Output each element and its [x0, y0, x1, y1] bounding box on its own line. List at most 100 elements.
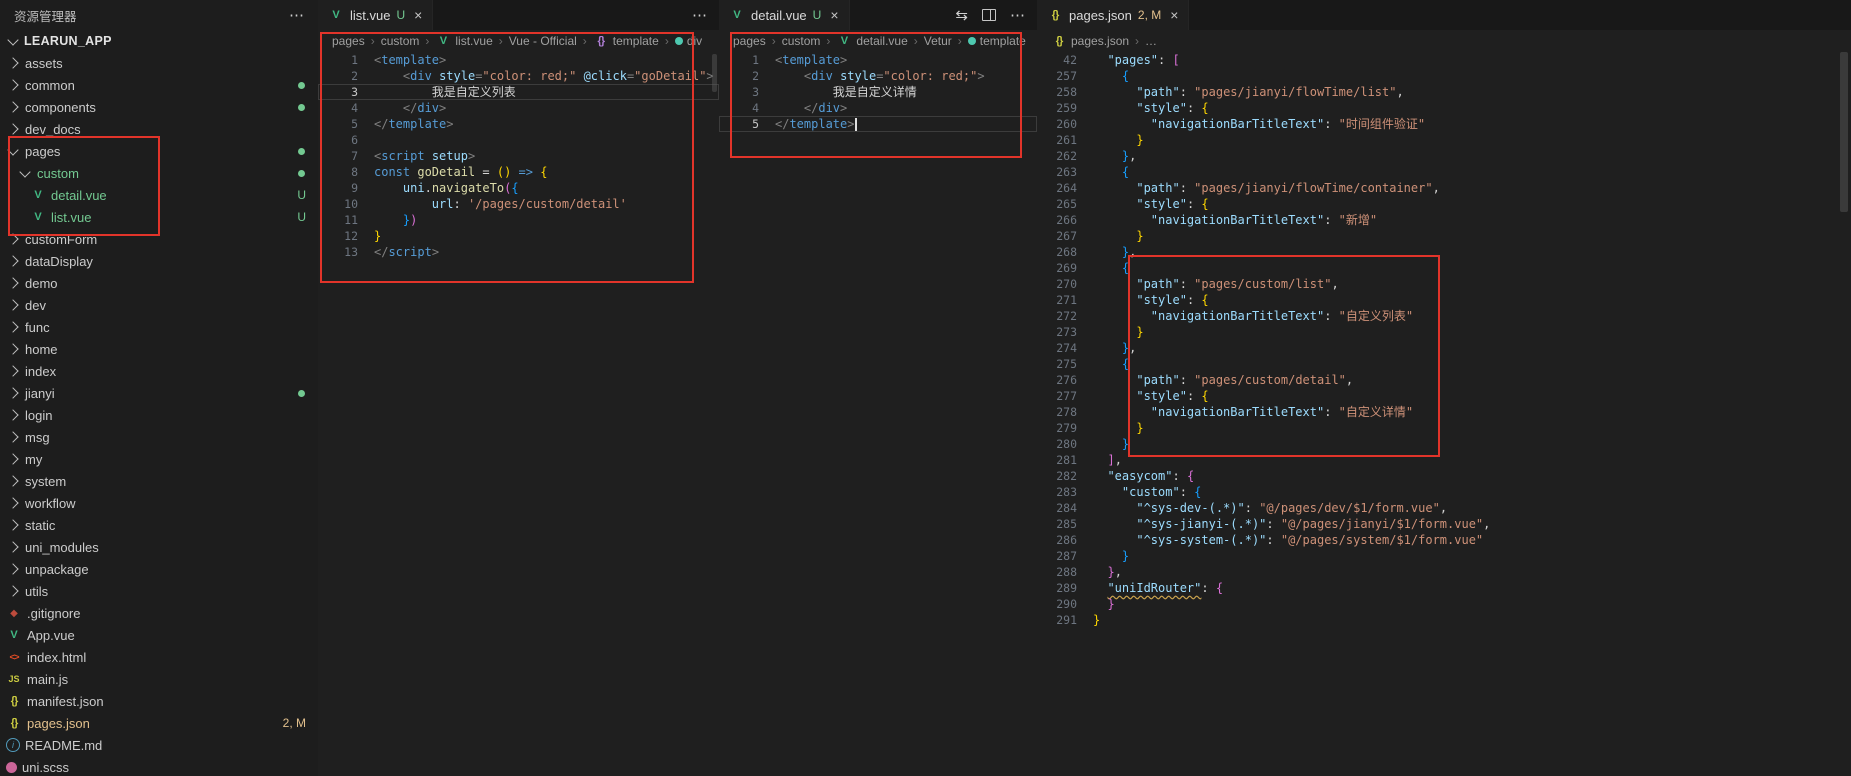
code-line[interactable]: 273 } [1037, 324, 1851, 340]
more-actions-icon[interactable]: ⋯ [1010, 6, 1025, 24]
code-line[interactable]: 261 } [1037, 132, 1851, 148]
code-line[interactable]: 287 } [1037, 548, 1851, 564]
code-line[interactable]: 1<template> [318, 52, 719, 68]
code-line[interactable]: 12} [318, 228, 719, 244]
tree-folder-my[interactable]: my [0, 448, 318, 470]
tree-file-list-vue[interactable]: Vlist.vueU [0, 206, 318, 228]
tree-file-manifest-json[interactable]: {}manifest.json [0, 690, 318, 712]
close-icon[interactable]: × [830, 7, 838, 23]
code-line[interactable]: 265 "style": { [1037, 196, 1851, 212]
tree-folder-index[interactable]: index [0, 360, 318, 382]
tree-folder-datadisplay[interactable]: dataDisplay [0, 250, 318, 272]
tree-folder-static[interactable]: static [0, 514, 318, 536]
tree-file-app-vue[interactable]: VApp.vue [0, 624, 318, 646]
code-line[interactable]: 42 "pages": [ [1037, 52, 1851, 68]
breadcrumb-item-custom[interactable]: custom [782, 34, 821, 48]
tree-folder-components[interactable]: components [0, 96, 318, 118]
code-line[interactable]: 259 "style": { [1037, 100, 1851, 116]
code-line[interactable]: 276 "path": "pages/custom/detail", [1037, 372, 1851, 388]
code-line[interactable]: 269 { [1037, 260, 1851, 276]
breadcrumb-item-template[interactable]: {}template [593, 34, 659, 48]
tree-file-detail-vue[interactable]: Vdetail.vueU [0, 184, 318, 206]
code-line[interactable]: 280 } [1037, 436, 1851, 452]
breadcrumb-item-[interactable]: … [1145, 34, 1157, 48]
code-line[interactable]: 5</template> [318, 116, 719, 132]
tree-folder-assets[interactable]: assets [0, 52, 318, 74]
tree-file-index-html[interactable]: <>index.html [0, 646, 318, 668]
code-line[interactable]: 274 }, [1037, 340, 1851, 356]
tree-folder-func[interactable]: func [0, 316, 318, 338]
code-line[interactable]: 263 { [1037, 164, 1851, 180]
sidebar-root-folder[interactable]: LEARUN_APP [0, 30, 318, 52]
code-line[interactable]: 10 url: '/pages/custom/detail' [318, 196, 719, 212]
editor-layout-icon[interactable] [982, 9, 996, 21]
code-line[interactable]: 258 "path": "pages/jianyi/flowTime/list"… [1037, 84, 1851, 100]
tree-folder-common[interactable]: common [0, 74, 318, 96]
close-icon[interactable]: × [414, 7, 422, 23]
tree-folder-home[interactable]: home [0, 338, 318, 360]
tree-folder-msg[interactable]: msg [0, 426, 318, 448]
code-line[interactable]: 262 }, [1037, 148, 1851, 164]
breadcrumb-item-pages[interactable]: pages [733, 34, 766, 48]
breadcrumb-item-custom[interactable]: custom [381, 34, 420, 48]
tree-folder-workflow[interactable]: workflow [0, 492, 318, 514]
tree-folder-jianyi[interactable]: jianyi [0, 382, 318, 404]
breadcrumb-item-pages[interactable]: pages [332, 34, 365, 48]
code-line[interactable]: 277 "style": { [1037, 388, 1851, 404]
code-line[interactable]: 272 "navigationBarTitleText": "自定义列表" [1037, 308, 1851, 324]
code-line[interactable]: 288 }, [1037, 564, 1851, 580]
tree-folder-utils[interactable]: utils [0, 580, 318, 602]
code-line[interactable]: 4 </div> [719, 100, 1037, 116]
code-editor-pages-json[interactable]: 42 "pages": [257 {258 "path": "pages/jia… [1037, 52, 1851, 776]
breadcrumb-item-div[interactable]: div [675, 34, 702, 48]
code-line[interactable]: 264 "path": "pages/jianyi/flowTime/conta… [1037, 180, 1851, 196]
code-line[interactable]: 13</script> [318, 244, 719, 260]
code-line[interactable]: 282 "easycom": { [1037, 468, 1851, 484]
code-editor-list-vue[interactable]: 1<template>2 <div style="color: red;" @c… [318, 52, 719, 776]
tree-folder-dev[interactable]: dev [0, 294, 318, 316]
code-line[interactable]: 9 uni.navigateTo({ [318, 180, 719, 196]
tree-folder-custom[interactable]: custom [0, 162, 318, 184]
code-line[interactable]: 8const goDetail = () => { [318, 164, 719, 180]
breadcrumb-item-vetur[interactable]: Vetur [924, 34, 952, 48]
explorer-more-actions-icon[interactable]: ⋯ [289, 6, 304, 24]
code-line[interactable]: 4 </div> [318, 100, 719, 116]
scrollbar-thumb[interactable] [1840, 52, 1848, 212]
tab-pages-json[interactable]: {}pages.json2, M× [1037, 0, 1189, 30]
tree-folder-pages[interactable]: pages [0, 140, 318, 162]
code-line[interactable]: 286 "^sys-system-(.*)": "@/pages/system/… [1037, 532, 1851, 548]
code-line[interactable]: 2 <div style="color: red;"> [719, 68, 1037, 84]
code-editor-detail-vue[interactable]: 1<template>2 <div style="color: red;">3 … [719, 52, 1037, 776]
code-line[interactable]: 270 "path": "pages/custom/list", [1037, 276, 1851, 292]
tab-detail-vue[interactable]: Vdetail.vueU× [719, 0, 850, 30]
tree-file-pages-json[interactable]: {}pages.json2, M [0, 712, 318, 734]
tree-folder-system[interactable]: system [0, 470, 318, 492]
code-line[interactable]: 11 }) [318, 212, 719, 228]
code-line[interactable]: 260 "navigationBarTitleText": "时间组件验证" [1037, 116, 1851, 132]
tree-file-uni-scss[interactable]: uni.scss [0, 756, 318, 776]
tree-folder-unpackage[interactable]: unpackage [0, 558, 318, 580]
code-line[interactable]: 3 我是自定义列表 [318, 84, 719, 100]
scrollbar-thumb[interactable] [712, 54, 717, 92]
code-line[interactable]: 289 "uniIdRouter": { [1037, 580, 1851, 596]
tree-file-readme-md[interactable]: iREADME.md [0, 734, 318, 756]
breadcrumb-item-vue-official[interactable]: Vue - Official [509, 34, 577, 48]
code-line[interactable]: 266 "navigationBarTitleText": "新增" [1037, 212, 1851, 228]
tab-list-vue[interactable]: Vlist.vueU× [318, 0, 433, 30]
open-changes-icon[interactable]: ⇆ [955, 6, 968, 24]
code-line[interactable]: 285 "^sys-jianyi-(.*)": "@/pages/jianyi/… [1037, 516, 1851, 532]
code-line[interactable]: 284 "^sys-dev-(.*)": "@/pages/dev/$1/for… [1037, 500, 1851, 516]
code-line[interactable]: 278 "navigationBarTitleText": "自定义详情" [1037, 404, 1851, 420]
code-line[interactable]: 6 [318, 132, 719, 148]
code-line[interactable]: 271 "style": { [1037, 292, 1851, 308]
code-line[interactable]: 5</template> [719, 116, 1037, 132]
code-line[interactable]: 290 } [1037, 596, 1851, 612]
code-line[interactable]: 1<template> [719, 52, 1037, 68]
close-icon[interactable]: × [1170, 7, 1178, 23]
tree-folder-dev-docs[interactable]: dev_docs [0, 118, 318, 140]
code-line[interactable]: 291} [1037, 612, 1851, 628]
tree-file-gitignore[interactable]: ◆.gitignore [0, 602, 318, 624]
code-line[interactable]: 7<script setup> [318, 148, 719, 164]
code-line[interactable]: 279 } [1037, 420, 1851, 436]
breadcrumb-item-template[interactable]: template [968, 34, 1026, 48]
